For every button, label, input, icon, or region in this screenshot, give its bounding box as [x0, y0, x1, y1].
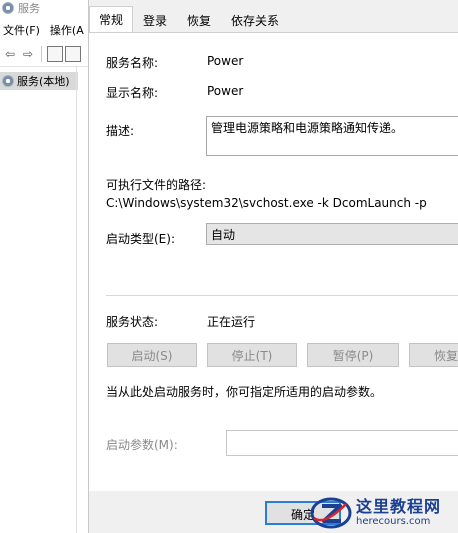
properties-icon[interactable] — [65, 46, 81, 62]
pause-button[interactable]: 暂停(P) — [307, 343, 399, 367]
startup-type-select[interactable]: 自动 — [206, 223, 458, 245]
tree-item-label: 服务(本地) — [17, 75, 70, 88]
services-gear-icon — [2, 75, 14, 87]
menu-action[interactable]: 操作(A — [50, 22, 84, 38]
window-title-bar: 服务 — [0, 0, 90, 16]
forward-arrow-icon[interactable]: ⇨ — [20, 46, 36, 62]
startup-params-label: 启动参数(M): — [106, 438, 178, 452]
watermark: 这里教程网 herecours.com — [310, 492, 458, 533]
startup-params-input[interactable] — [226, 430, 458, 456]
service-name-label: 服务名称: — [106, 56, 159, 70]
service-name-value: Power — [207, 54, 244, 68]
watermark-text: 这里教程网 herecours.com — [356, 496, 442, 528]
back-arrow-icon[interactable]: ⇦ — [2, 46, 18, 62]
services-window: 服务 文件(F) 操作(A ⇦ ⇨ 服务(本地) — [0, 0, 91, 533]
toolbar-separator — [41, 46, 42, 62]
watermark-url: herecours.com — [356, 515, 431, 527]
description-box[interactable]: 管理电源策略和电源策略通知传递。 — [206, 116, 458, 156]
general-panel: 服务名称: Power 显示名称: Power 描述: 管理电源策略和电源策略通… — [89, 32, 458, 491]
tab-bar: 常规 登录 恢复 依存关系 — [89, 6, 289, 32]
window-title: 服务 — [18, 2, 40, 15]
start-button[interactable]: 启动(S) — [107, 343, 197, 367]
toolbar: ⇦ ⇨ — [0, 42, 90, 67]
stop-button[interactable]: 停止(T) — [207, 343, 297, 367]
menu-file[interactable]: 文件(F) — [3, 22, 40, 38]
tab-general[interactable]: 常规 — [89, 6, 134, 32]
path-value: C:\Windows\system32\svchost.exe -k DcomL… — [106, 196, 427, 210]
display-name-label: 显示名称: — [106, 86, 159, 100]
menu-bar: 文件(F) 操作(A — [0, 20, 91, 40]
section-divider — [106, 295, 458, 296]
watermark-title: 这里教程网 — [356, 496, 442, 516]
watermark-logo-icon — [310, 496, 352, 530]
path-label: 可执行文件的路径: — [106, 178, 207, 192]
startup-type-label: 启动类型(E): — [106, 232, 175, 246]
tree-item-services-local[interactable]: 服务(本地) — [0, 72, 78, 90]
resume-button[interactable]: 恢复 — [409, 343, 458, 367]
console-tree: 服务(本地) — [0, 70, 78, 533]
tab-recovery[interactable]: 恢复 — [177, 8, 221, 31]
services-gear-icon — [2, 2, 14, 14]
pane-divider — [76, 66, 77, 533]
display-name-value: Power — [207, 84, 244, 98]
service-status-label: 服务状态: — [106, 315, 159, 329]
service-status-value: 正在运行 — [207, 315, 256, 329]
console-tree-icon[interactable] — [47, 46, 63, 62]
tab-logon[interactable]: 登录 — [133, 8, 177, 31]
properties-dialog: 常规 登录 恢复 依存关系 服务名称: Power 显示名称: Power 描述… — [88, 0, 458, 533]
startup-params-hint: 当从此处启动服务时，你可指定所适用的启动参数。 — [106, 385, 383, 399]
tab-dependencies[interactable]: 依存关系 — [221, 8, 289, 31]
screen: 服务 文件(F) 操作(A ⇦ ⇨ 服务(本地) 常规 登录 恢复 依存关系 服… — [0, 0, 458, 533]
description-label: 描述: — [106, 124, 135, 138]
startup-type-value: 自动 — [211, 227, 236, 242]
